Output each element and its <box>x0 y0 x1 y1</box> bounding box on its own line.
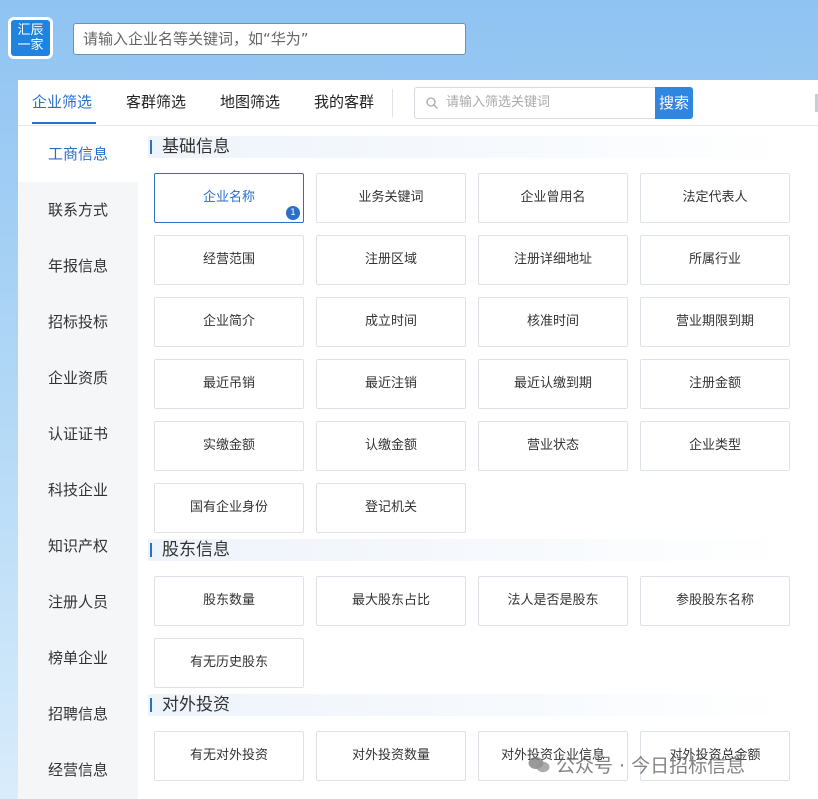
option-has-investments[interactable]: 有无对外投资 <box>154 731 304 781</box>
option-registered-capital[interactable]: 注册金额 <box>640 359 790 409</box>
option-historical-shareholders[interactable]: 有无历史股东 <box>154 638 304 688</box>
option-industry[interactable]: 所属行业 <box>640 235 790 285</box>
option-company-type[interactable]: 企业类型 <box>640 421 790 471</box>
option-approval-date[interactable]: 核准时间 <box>478 297 628 347</box>
logo-text-line2: 一家 <box>17 38 44 53</box>
option-company-profile[interactable]: 企业简介 <box>154 297 304 347</box>
active-tab-indicator <box>32 122 96 124</box>
option-company-name[interactable]: 企业名称 1 <box>154 173 304 223</box>
option-legal-representative[interactable]: 法定代表人 <box>640 173 790 223</box>
logo-text-line1: 汇辰 <box>17 23 44 38</box>
sidebar-item-contact[interactable]: 联系方式 <box>18 182 138 238</box>
sidebar-item-qualification[interactable]: 企业资质 <box>18 350 138 406</box>
sidebar-item-ip[interactable]: 知识产权 <box>18 518 138 574</box>
tab-customer-filter[interactable]: 客群筛选 <box>126 92 186 112</box>
logo-mark: 汇辰 一家 <box>11 20 50 56</box>
option-paid-in-capital[interactable]: 实缴金额 <box>154 421 304 471</box>
filter-search-placeholder: 请输入筛选关键词 <box>446 95 551 110</box>
sidebar-item-certificates[interactable]: 认证证书 <box>18 406 138 462</box>
tab-divider <box>392 89 393 117</box>
option-recent-cancellation[interactable]: 最近注销 <box>316 359 466 409</box>
option-subscribed-capital[interactable]: 认缴金额 <box>316 421 466 471</box>
option-label: 企业名称 <box>202 190 255 205</box>
option-former-name[interactable]: 企业曾用名 <box>478 173 628 223</box>
sidebar-item-tech-enterprise[interactable]: 科技企业 <box>18 462 138 518</box>
watermark: 公众号 · 今日招标信息 <box>528 752 745 780</box>
wechat-icon <box>528 757 550 773</box>
tab-my-customers[interactable]: 我的客群 <box>314 92 374 112</box>
sidebar-item-rankings[interactable]: 榜单企业 <box>18 630 138 686</box>
tab-bar: 企业筛选 客群筛选 地图筛选 我的客群 请输入筛选关键词 搜索 <box>18 80 818 126</box>
option-largest-shareholder-ratio[interactable]: 最大股东占比 <box>316 576 466 626</box>
selection-count-badge: 1 <box>286 206 300 220</box>
sidebar-item-recruitment[interactable]: 招聘信息 <box>18 686 138 742</box>
option-term-expiry[interactable]: 营业期限到期 <box>640 297 790 347</box>
search-button[interactable]: 搜索 <box>655 87 693 119</box>
sidebar-item-operations[interactable]: 经营信息 <box>18 742 138 798</box>
option-registered-region[interactable]: 注册区域 <box>316 235 466 285</box>
option-operating-status[interactable]: 营业状态 <box>478 421 628 471</box>
search-icon <box>426 97 438 109</box>
option-business-keyword[interactable]: 业务关键词 <box>316 173 466 223</box>
section-title-shareholders: 股东信息 <box>148 539 788 561</box>
tab-map-filter[interactable]: 地图筛选 <box>220 92 280 112</box>
category-sidebar: 工商信息 联系方式 年报信息 招标投标 企业资质 认证证书 科技企业 知识产权 … <box>18 126 138 799</box>
option-investment-count[interactable]: 对外投资数量 <box>316 731 466 781</box>
section-title-investments: 对外投资 <box>148 694 788 716</box>
option-equity-shareholder-name[interactable]: 参股股东名称 <box>640 576 790 626</box>
option-shareholder-count[interactable]: 股东数量 <box>154 576 304 626</box>
option-state-owned-status[interactable]: 国有企业身份 <box>154 483 304 533</box>
app-logo[interactable]: 汇辰 一家 <box>8 17 53 59</box>
option-founded-date[interactable]: 成立时间 <box>316 297 466 347</box>
main-panel: 企业筛选 客群筛选 地图筛选 我的客群 请输入筛选关键词 搜索 工商信息 联系方… <box>18 80 818 799</box>
sidebar-item-bidding[interactable]: 招标投标 <box>18 294 138 350</box>
option-registered-address[interactable]: 注册详细地址 <box>478 235 628 285</box>
option-business-scope[interactable]: 经营范围 <box>154 235 304 285</box>
option-subscription-due[interactable]: 最近认缴到期 <box>478 359 628 409</box>
company-search-placeholder: 请输入企业名等关键词，如“华为” <box>83 30 309 48</box>
company-search-input[interactable]: 请输入企业名等关键词，如“华为” <box>73 23 466 55</box>
filter-content: 基础信息 企业名称 1 业务关键词 企业曾用名 法定代表人 经营范围 注册区域 … <box>138 126 818 799</box>
section-title-basic: 基础信息 <box>148 136 788 158</box>
watermark-text: 公众号 · 今日招标信息 <box>556 755 746 777</box>
option-registration-authority[interactable]: 登记机关 <box>316 483 466 533</box>
tab-company-filter[interactable]: 企业筛选 <box>32 92 92 112</box>
option-legal-rep-is-shareholder[interactable]: 法人是否是股东 <box>478 576 628 626</box>
filter-search-input[interactable]: 请输入筛选关键词 <box>414 87 655 119</box>
sidebar-item-annual-report[interactable]: 年报信息 <box>18 238 138 294</box>
sidebar-item-business-info[interactable]: 工商信息 <box>18 126 138 182</box>
option-recent-revocation[interactable]: 最近吊销 <box>154 359 304 409</box>
sidebar-item-registered-staff[interactable]: 注册人员 <box>18 574 138 630</box>
